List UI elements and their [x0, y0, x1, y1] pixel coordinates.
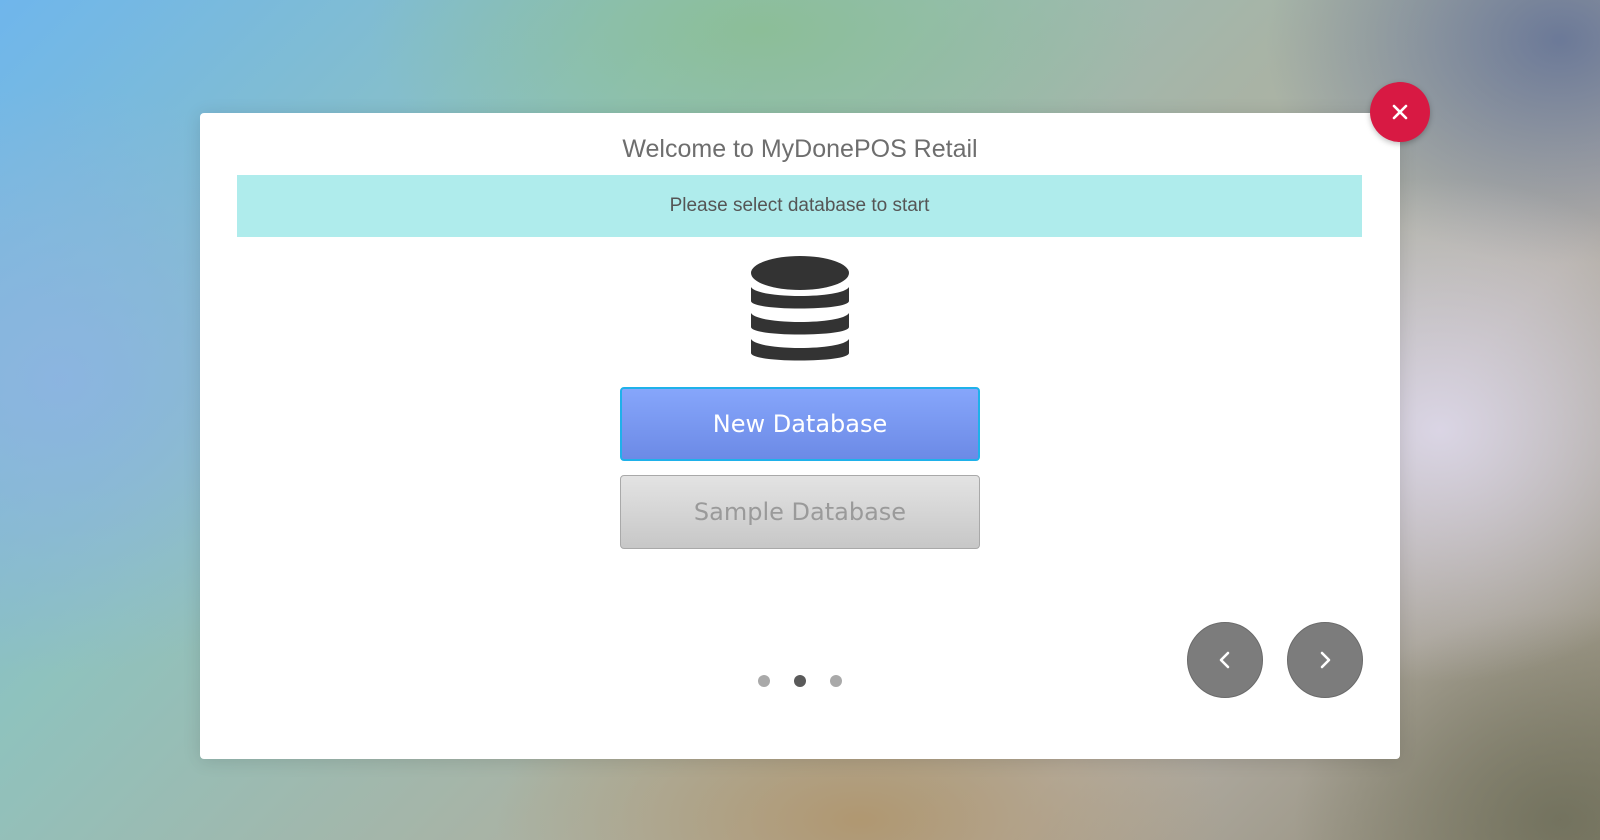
welcome-dialog: Welcome to MyDonePOS Retail Please selec…: [200, 113, 1400, 759]
new-database-label: New Database: [712, 410, 888, 438]
page-dot-1[interactable]: [758, 675, 770, 687]
dialog-title: Welcome to MyDonePOS Retail: [622, 135, 978, 163]
chevron-left-icon: [1219, 651, 1230, 669]
database-icon: [751, 256, 849, 361]
sample-database-button[interactable]: Sample Database: [620, 475, 980, 549]
chevron-right-icon: [1320, 651, 1331, 669]
close-icon: [1392, 104, 1408, 120]
sample-database-label: Sample Database: [693, 498, 907, 526]
new-database-button[interactable]: New Database: [620, 387, 980, 461]
previous-button[interactable]: [1187, 622, 1263, 698]
next-button[interactable]: [1287, 622, 1363, 698]
page-dot-2-active[interactable]: [794, 675, 806, 687]
instruction-text: Please select database to start: [669, 195, 930, 216]
close-button[interactable]: [1370, 82, 1430, 142]
instruction-banner: Please select database to start: [237, 175, 1362, 237]
page-dot-3[interactable]: [830, 675, 842, 687]
